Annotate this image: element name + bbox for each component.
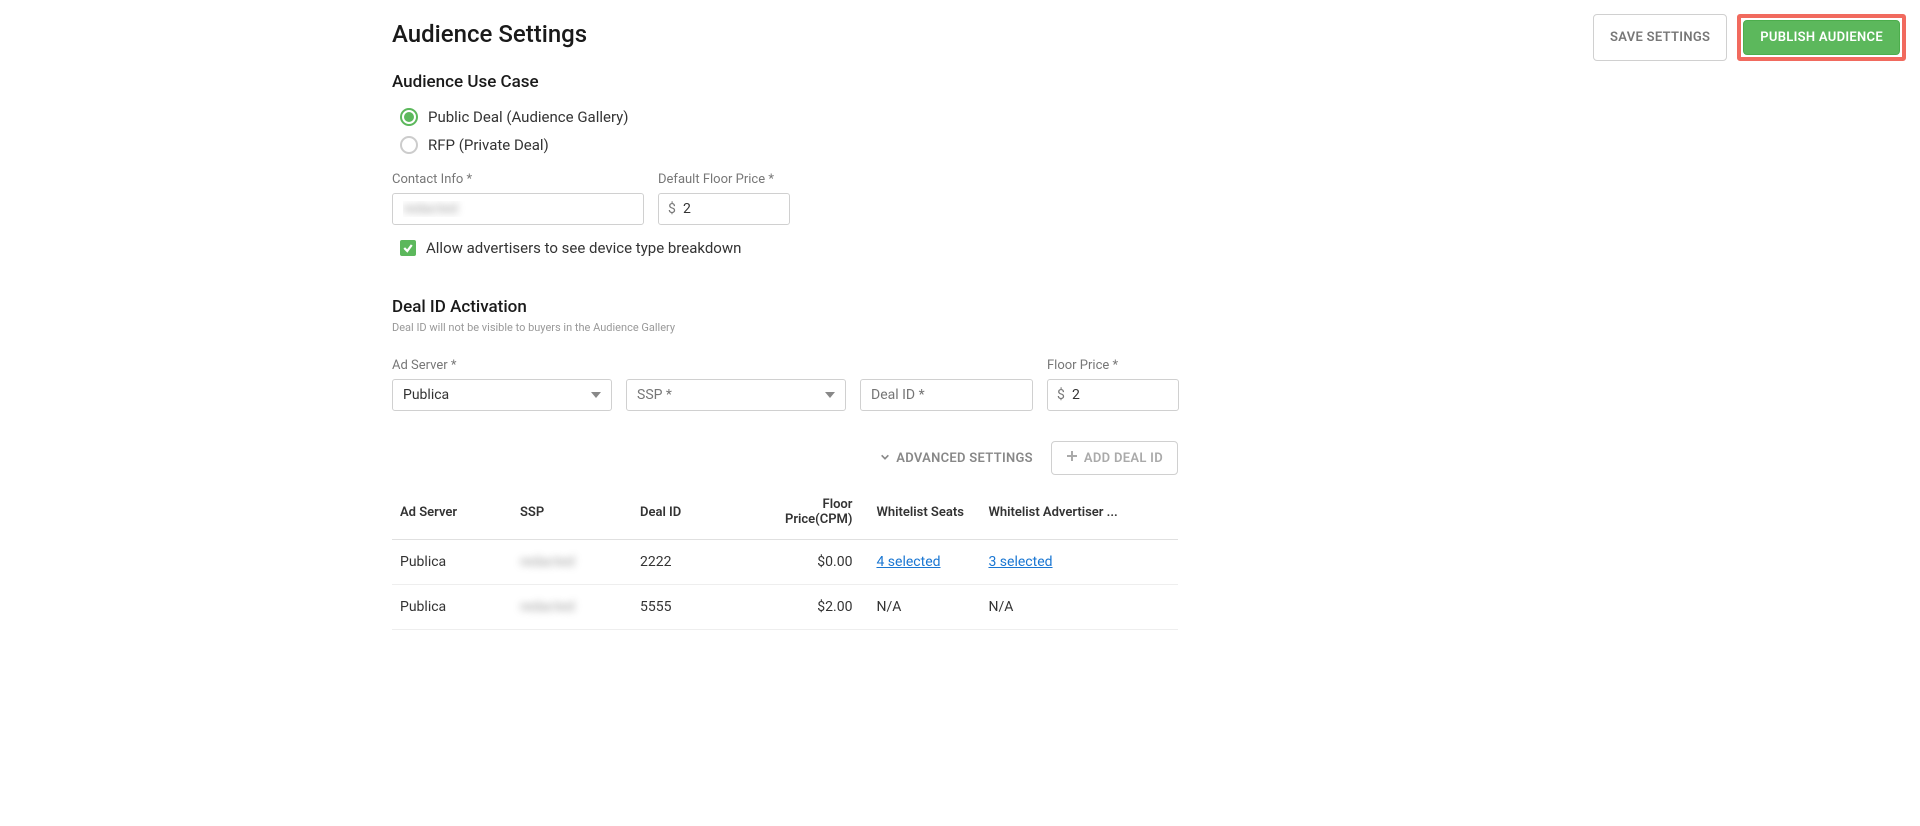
col-floor-price: Floor Price(CPM) (777, 485, 860, 540)
plus-icon (1066, 450, 1078, 466)
ad-server-select[interactable]: Publica (392, 379, 612, 411)
use-case-heading: Audience Use Case (392, 72, 1880, 92)
table-row: Publicaredacted2222$0.00 4 selected 3 sele… (392, 540, 1178, 585)
add-deal-id-label: ADD DEAL ID (1084, 451, 1163, 466)
radio-public-deal[interactable]: Public Deal (Audience Gallery) (400, 108, 1880, 126)
col-ad-server: Ad Server (392, 485, 512, 540)
radio-unselected-icon (400, 136, 418, 154)
radio-label: Public Deal (Audience Gallery) (428, 108, 629, 126)
page-title: Audience Settings (392, 20, 587, 48)
ssp-placeholder: SSP * (637, 387, 672, 403)
cell-deal-id: 2222 (632, 540, 777, 585)
default-floor-input[interactable] (658, 193, 790, 225)
radio-label: RFP (Private Deal) (428, 136, 549, 154)
cell-ssp: redacted (512, 585, 632, 630)
publish-highlight: PUBLISH AUDIENCE (1737, 14, 1906, 61)
col-ssp: SSP (512, 485, 632, 540)
radio-selected-icon (400, 108, 418, 126)
col-whitelist-seats: Whitelist Seats (860, 485, 980, 540)
col-deal-id: Deal ID (632, 485, 777, 540)
publish-audience-button[interactable]: PUBLISH AUDIENCE (1743, 20, 1900, 55)
cell-whitelist-advertiser: N/A (980, 585, 1178, 630)
radio-rfp[interactable]: RFP (Private Deal) (400, 136, 1880, 154)
checkbox-label: Allow advertisers to see device type bre… (426, 239, 741, 257)
cell-deal-id: 5555 (632, 585, 777, 630)
allow-breakdown-checkbox-row[interactable]: Allow advertisers to see device type bre… (400, 239, 1880, 257)
cell-ad-server: Publica (392, 585, 512, 630)
contact-info-input[interactable] (392, 193, 644, 225)
advanced-settings-label: ADVANCED SETTINGS (896, 451, 1033, 466)
cell-floor-price: $0.00 (777, 540, 860, 585)
use-case-radio-group: Public Deal (Audience Gallery) RFP (Priv… (400, 108, 1880, 154)
cell-ad-server: Publica (392, 540, 512, 585)
cell-whitelist-seats: 4 selected (860, 540, 980, 585)
ad-server-value: Publica (403, 387, 449, 403)
ad-server-label: Ad Server * (392, 358, 612, 373)
save-settings-button[interactable]: SAVE SETTINGS (1593, 14, 1727, 61)
checkbox-checked-icon (400, 240, 416, 256)
table-row: Publicaredacted5555$2.00N/AN/A (392, 585, 1178, 630)
floor-price-label: Floor Price * (1047, 358, 1179, 373)
chevron-down-icon (880, 451, 890, 466)
advanced-settings-toggle[interactable]: ADVANCED SETTINGS (880, 441, 1033, 475)
whitelist-seats-link[interactable]: 4 selected (876, 554, 940, 570)
add-deal-id-button[interactable]: ADD DEAL ID (1051, 441, 1178, 475)
cell-ssp: redacted (512, 540, 632, 585)
deal-id-input[interactable] (860, 379, 1033, 411)
ssp-label-spacer (626, 358, 846, 373)
col-whitelist-advertiser: Whitelist Advertiser ... (980, 485, 1178, 540)
deal-id-label-spacer (860, 358, 1033, 373)
cell-whitelist-advertiser: 3 selected (980, 540, 1178, 585)
deal-id-table: Ad Server SSP Deal ID Floor Price(CPM) W… (392, 485, 1178, 630)
chevron-down-icon (825, 392, 835, 398)
deal-id-note: Deal ID will not be visible to buyers in… (392, 321, 1880, 334)
contact-info-label: Contact Info * (392, 172, 644, 187)
deal-id-heading: Deal ID Activation (392, 297, 1880, 317)
ssp-select[interactable]: SSP * (626, 379, 846, 411)
cell-whitelist-seats: N/A (860, 585, 980, 630)
whitelist-advertiser-link[interactable]: 3 selected (988, 554, 1052, 570)
floor-price-input[interactable] (1047, 379, 1179, 411)
chevron-down-icon (591, 392, 601, 398)
default-floor-label: Default Floor Price * (658, 172, 790, 187)
cell-floor-price: $2.00 (777, 585, 860, 630)
